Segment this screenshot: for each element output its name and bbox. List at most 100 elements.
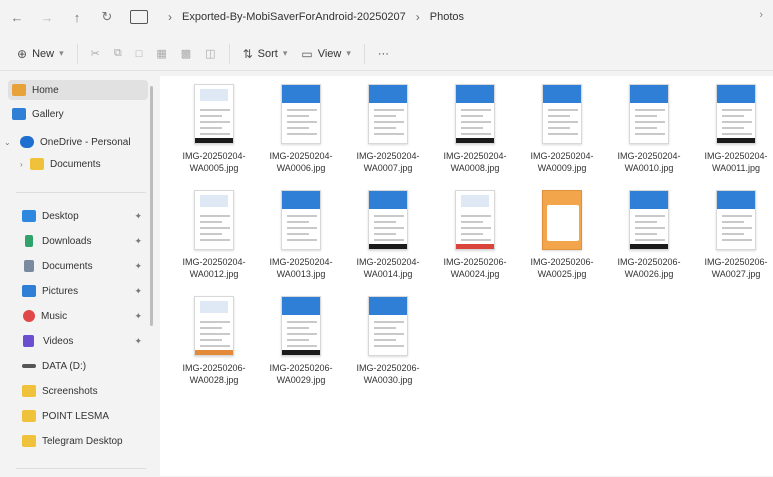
file-name-line1: IMG-20250204- [356,151,420,161]
image-thumbnail [368,190,408,250]
file-item[interactable]: IMG-20250204- WA0014.jpg [344,186,432,294]
sidebar-item-label: Pictures [42,285,79,297]
cut-button[interactable]: ✂ [84,41,107,67]
file-name-line1: IMG-20250204- [269,151,333,161]
image-thumbnail [716,84,756,144]
paste-button[interactable]: □ [129,41,150,67]
pin-icon: ✦ [134,285,142,296]
share-button[interactable]: ▩ [174,41,198,67]
sidebar-item-label: POINT LESMA [42,410,110,422]
file-item[interactable]: IMG-20250206- WA0024.jpg [431,186,519,294]
image-thumbnail [455,84,495,144]
file-name-line1: IMG-20250204- [617,151,681,161]
image-thumbnail [368,296,408,356]
file-item[interactable]: IMG-20250204- WA0008.jpg [431,80,519,188]
sidebar-item-data-drive[interactable]: DATA (D:) [8,356,148,376]
file-item[interactable]: IMG-20250204- WA0007.jpg [344,80,432,188]
sidebar-item-telegram-desktop[interactable]: Telegram Desktop [8,431,148,451]
image-thumbnail [281,84,321,144]
sidebar-item-pictures[interactable]: Pictures ✦ [8,281,148,301]
folder-icon [22,385,36,397]
file-name-line1: IMG-20250206- [704,257,768,267]
sidebar-item-desktop[interactable]: Desktop ✦ [8,206,148,226]
forward-arrow-icon[interactable]: → [34,4,60,30]
new-button[interactable]: ⊕ New ▾ [10,41,71,67]
file-name-line2: WA0028.jpg [189,375,239,385]
sidebar-item-documents[interactable]: Documents ✦ [8,256,148,276]
image-thumbnail [194,296,234,356]
folder-icon [30,158,44,170]
file-item[interactable]: IMG-20250204- WA0005.jpg [170,80,258,188]
sort-icon: ⇅ [242,46,253,61]
chevron-down-icon[interactable]: ⌄ [4,138,11,147]
file-name: IMG-20250204- WA0008.jpg [431,150,519,174]
file-item[interactable]: IMG-20250204- WA0011.jpg [692,80,773,188]
back-arrow-icon[interactable]: ← [4,4,30,30]
file-name-line2: WA0012.jpg [189,269,239,279]
image-thumbnail [542,84,582,144]
file-name-line2: WA0024.jpg [450,269,500,279]
sidebar-item-onedrive[interactable]: ⌄ OneDrive - Personal [4,132,148,152]
sidebar-item-music[interactable]: Music ✦ [8,306,148,326]
image-thumbnail [194,190,234,250]
sidebar-item-gallery[interactable]: Gallery [8,104,148,124]
music-icon [23,310,35,322]
sidebar-item-home[interactable]: Home [8,80,148,100]
file-name-line2: WA0026.jpg [624,269,674,279]
divider [16,192,146,193]
sidebar-item-point-lesma[interactable]: POINT LESMA [8,406,148,426]
file-item[interactable]: IMG-20250206- WA0028.jpg [170,292,258,400]
file-item[interactable]: IMG-20250204- WA0006.jpg [257,80,345,188]
file-item[interactable]: IMG-20250206- WA0030.jpg [344,292,432,400]
breadcrumb-item-export-folder[interactable]: Exported-By-MobiSaverForAndroid-20250207 [182,11,406,23]
navigation-pane: Home Gallery ⌄ OneDrive - Personal › Doc… [4,76,156,471]
file-item[interactable]: IMG-20250206- WA0029.jpg [257,292,345,400]
file-name-line2: WA0006.jpg [276,163,326,173]
refresh-icon[interactable]: ↻ [94,4,120,30]
file-name-line1: IMG-20250204- [704,151,768,161]
sidebar-item-label: Music [41,310,68,322]
file-name-line2: WA0013.jpg [276,269,326,279]
sort-button[interactable]: ⇅ Sort ▾ [236,41,295,67]
chevron-right-icon[interactable]: › [20,160,23,169]
breadcrumb-item-photos[interactable]: Photos [430,11,464,23]
divider [363,43,365,64]
sidebar-item-label: Videos [43,335,74,347]
file-item[interactable]: IMG-20250204- WA0009.jpg [518,80,606,188]
breadcrumb[interactable]: › Exported-By-MobiSaverForAndroid-202502… [130,4,770,30]
file-item[interactable]: IMG-20250204- WA0010.jpg [605,80,693,188]
file-name: IMG-20250204- WA0011.jpg [692,150,773,174]
file-name-line2: WA0027.jpg [711,269,761,279]
file-name: IMG-20250206- WA0025.jpg [518,256,606,280]
file-name-line2: WA0005.jpg [189,163,239,173]
file-item[interactable]: IMG-20250206- WA0027.jpg [692,186,773,294]
chevron-right-icon[interactable]: › [759,9,763,21]
view-button[interactable]: ▭ View ▾ [294,41,358,67]
file-item[interactable]: IMG-20250206- WA0026.jpg [605,186,693,294]
scissors-icon: ✂ [90,48,100,60]
more-options-button[interactable]: ··· [371,41,396,67]
cloud-icon [20,136,34,148]
desktop-icon [22,210,36,222]
delete-button[interactable]: ◫ [198,41,222,67]
file-item[interactable]: IMG-20250206- WA0025.jpg [518,186,606,294]
file-item[interactable]: IMG-20250204- WA0012.jpg [170,186,258,294]
sidebar-item-label: Downloads [42,235,92,247]
copy-button[interactable]: ⧉ [107,41,129,67]
sidebar-scrollbar[interactable] [150,86,153,326]
sidebar-item-screenshots[interactable]: Screenshots [8,381,148,401]
sidebar-item-videos[interactable]: Videos ✦ [8,331,148,351]
rename-button[interactable]: ▦ [149,41,173,67]
pin-icon: ✦ [134,260,142,271]
file-name: IMG-20250204- WA0013.jpg [257,256,345,280]
up-arrow-icon[interactable]: ↑ [64,4,90,30]
monitor-icon [130,10,148,24]
trash-icon: ◫ [205,48,216,60]
file-name: IMG-20250204- WA0012.jpg [170,256,258,280]
clipboard-icon: □ [135,47,143,60]
chevron-right-icon: › [168,10,172,24]
sidebar-item-onedrive-documents[interactable]: › Documents [8,154,148,174]
sidebar-item-downloads[interactable]: Downloads ✦ [8,231,148,251]
file-name-line1: IMG-20250206- [617,257,681,267]
file-item[interactable]: IMG-20250204- WA0013.jpg [257,186,345,294]
